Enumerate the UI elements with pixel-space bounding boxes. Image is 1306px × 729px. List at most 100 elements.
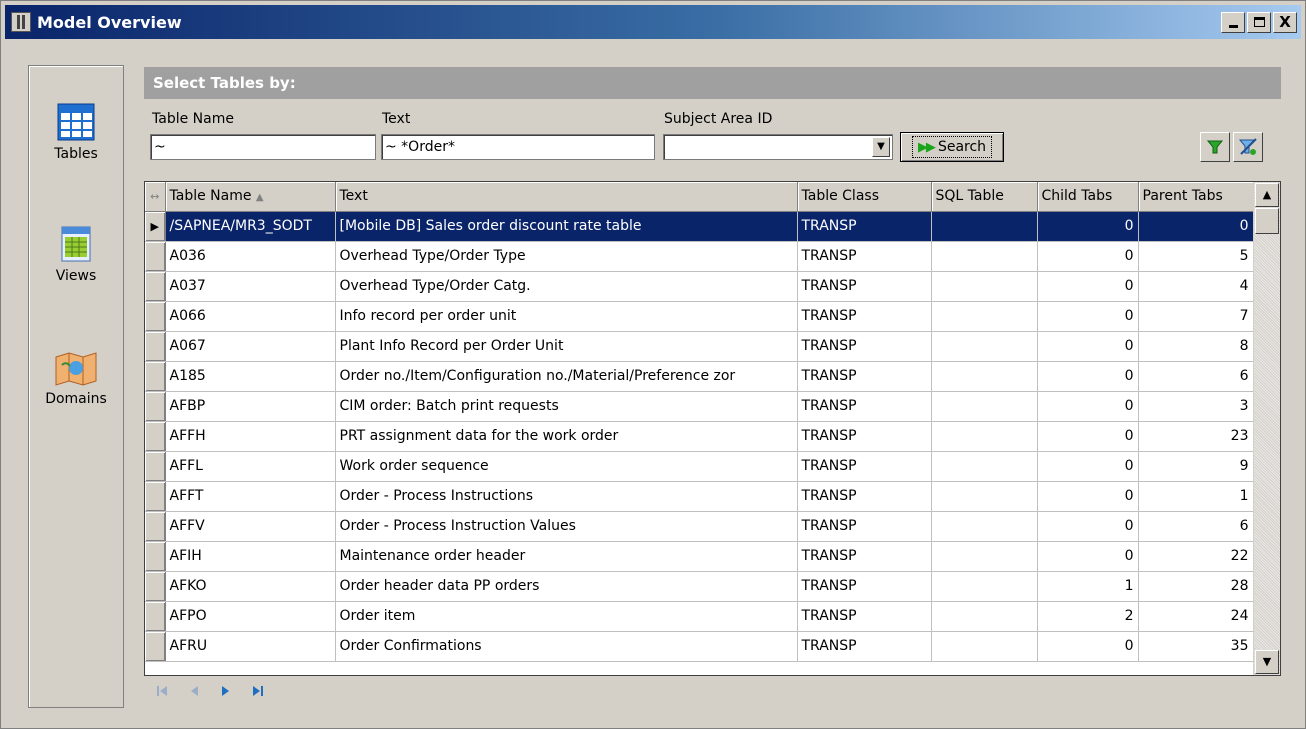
cell-table-class[interactable]: TRANSP — [797, 571, 932, 602]
cell-child-tabs[interactable]: 0 — [1037, 331, 1139, 362]
next-page-button[interactable] — [217, 683, 235, 699]
cell-text[interactable]: Work order sequence — [335, 451, 798, 482]
cell-sql-table[interactable] — [931, 631, 1038, 662]
column-header-table-class[interactable]: Table Class — [797, 182, 932, 212]
nav-item-views[interactable]: Views — [29, 224, 123, 284]
cell-child-tabs[interactable]: 0 — [1037, 541, 1139, 572]
minimize-button[interactable] — [1221, 12, 1245, 33]
cell-parent-tabs[interactable]: 6 — [1138, 361, 1254, 392]
cell-child-tabs[interactable]: 2 — [1037, 601, 1139, 632]
cell-child-tabs[interactable]: 0 — [1037, 391, 1139, 422]
cell-sql-table[interactable] — [931, 241, 1038, 272]
cell-table-name[interactable]: AFRU — [165, 631, 336, 662]
scroll-up-icon[interactable]: ▲ — [1255, 183, 1279, 207]
row-selector[interactable] — [145, 601, 166, 632]
cell-child-tabs[interactable]: 0 — [1037, 301, 1139, 332]
table-row[interactable]: AFFV Order - Process Instruction Values TR… — [145, 511, 1254, 542]
cell-text[interactable]: [Mobile DB] Sales order discount rate ta… — [335, 211, 798, 242]
cell-child-tabs[interactable]: 0 — [1037, 511, 1139, 542]
cell-parent-tabs[interactable]: 28 — [1138, 571, 1254, 602]
cell-table-class[interactable]: TRANSP — [797, 631, 932, 662]
cell-table-name[interactable]: AFIH — [165, 541, 336, 572]
cell-sql-table[interactable] — [931, 271, 1038, 302]
table-row[interactable]: AFPO Order item TRANSP 2 24 — [145, 601, 1254, 632]
cell-sql-table[interactable] — [931, 211, 1038, 242]
table-row[interactable]: AFFH PRT assignment data for the work ord… — [145, 421, 1254, 452]
row-selector[interactable] — [145, 421, 166, 452]
cell-table-name[interactable]: AFKO — [165, 571, 336, 602]
cell-table-class[interactable]: TRANSP — [797, 301, 932, 332]
cell-sql-table[interactable] — [931, 331, 1038, 362]
cell-table-name[interactable]: AFFT — [165, 481, 336, 512]
cell-parent-tabs[interactable]: 4 — [1138, 271, 1254, 302]
cell-table-name[interactable]: A066 — [165, 301, 336, 332]
cell-table-class[interactable]: TRANSP — [797, 481, 932, 512]
cell-child-tabs[interactable]: 0 — [1037, 631, 1139, 662]
last-page-button[interactable] — [249, 683, 267, 699]
cell-parent-tabs[interactable]: 35 — [1138, 631, 1254, 662]
text-input[interactable]: ~ *Order* — [381, 134, 655, 160]
nav-item-tables[interactable]: Tables — [29, 102, 123, 162]
clear-filter-button[interactable] — [1233, 132, 1263, 162]
row-selector[interactable]: ▶ — [145, 211, 166, 242]
cell-table-class[interactable]: TRANSP — [797, 391, 932, 422]
subject-area-select[interactable]: ▼ — [663, 134, 893, 160]
table-name-input[interactable]: ~ — [150, 134, 376, 160]
column-header-child-tabs[interactable]: Child Tabs — [1037, 182, 1139, 212]
row-selector[interactable] — [145, 631, 166, 662]
cell-parent-tabs[interactable]: 6 — [1138, 511, 1254, 542]
row-selector[interactable] — [145, 541, 166, 572]
cell-text[interactable]: Info record per order unit — [335, 301, 798, 332]
table-row[interactable]: A037 Overhead Type/Order Catg. TRANSP 0 4 — [145, 271, 1254, 302]
table-row[interactable]: AFKO Order header data PP orders TRANSP 1 28 — [145, 571, 1254, 602]
cell-table-name[interactable]: A037 — [165, 271, 336, 302]
cell-sql-table[interactable] — [931, 511, 1038, 542]
cell-table-name[interactable]: AFFV — [165, 511, 336, 542]
cell-text[interactable]: Plant Info Record per Order Unit — [335, 331, 798, 362]
cell-table-class[interactable]: TRANSP — [797, 421, 932, 452]
cell-table-name[interactable]: /SAPNEA/MR3_SODT — [165, 211, 336, 242]
cell-sql-table[interactable] — [931, 481, 1038, 512]
row-selector[interactable] — [145, 481, 166, 512]
cell-text[interactable]: PRT assignment data for the work order — [335, 421, 798, 452]
cell-text[interactable]: Maintenance order header — [335, 541, 798, 572]
table-row[interactable]: AFFT Order - Process Instructions TRANSP 0 1 — [145, 481, 1254, 512]
row-selector[interactable] — [145, 451, 166, 482]
maximize-button[interactable] — [1247, 12, 1271, 33]
cell-sql-table[interactable] — [931, 421, 1038, 452]
cell-parent-tabs[interactable]: 23 — [1138, 421, 1254, 452]
scroll-thumb[interactable] — [1255, 208, 1279, 234]
cell-table-name[interactable]: A036 — [165, 241, 336, 272]
cell-sql-table[interactable] — [931, 451, 1038, 482]
title-bar[interactable]: Model Overview X — [5, 5, 1301, 39]
cell-table-name[interactable]: AFBP — [165, 391, 336, 422]
table-row[interactable]: AFRU Order Confirmations TRANSP 0 35 — [145, 631, 1254, 662]
cell-table-class[interactable]: TRANSP — [797, 241, 932, 272]
cell-parent-tabs[interactable]: 3 — [1138, 391, 1254, 422]
prev-page-button[interactable] — [185, 683, 203, 699]
cell-text[interactable]: Overhead Type/Order Type — [335, 241, 798, 272]
cell-child-tabs[interactable]: 0 — [1037, 481, 1139, 512]
close-button[interactable]: X — [1273, 12, 1297, 33]
cell-child-tabs[interactable]: 0 — [1037, 271, 1139, 302]
cell-text[interactable]: Order header data PP orders — [335, 571, 798, 602]
row-selector[interactable] — [145, 301, 166, 332]
table-row[interactable]: A066 Info record per order unit TRANSP 0 7 — [145, 301, 1254, 332]
cell-parent-tabs[interactable]: 5 — [1138, 241, 1254, 272]
cell-parent-tabs[interactable]: 0 — [1138, 211, 1254, 242]
cell-sql-table[interactable] — [931, 601, 1038, 632]
row-selector[interactable] — [145, 331, 166, 362]
cell-child-tabs[interactable]: 0 — [1037, 241, 1139, 272]
cell-table-class[interactable]: TRANSP — [797, 541, 932, 572]
cell-child-tabs[interactable]: 0 — [1037, 451, 1139, 482]
chevron-down-icon[interactable]: ▼ — [872, 137, 890, 157]
cell-sql-table[interactable] — [931, 391, 1038, 422]
column-header-text[interactable]: Text — [335, 182, 798, 212]
table-row[interactable]: AFFL Work order sequence TRANSP 0 9 — [145, 451, 1254, 482]
table-row[interactable]: A185 Order no./Item/Configuration no./Mat… — [145, 361, 1254, 392]
cell-parent-tabs[interactable]: 9 — [1138, 451, 1254, 482]
cell-sql-table[interactable] — [931, 301, 1038, 332]
cell-parent-tabs[interactable]: 24 — [1138, 601, 1254, 632]
filter-button[interactable] — [1200, 132, 1230, 162]
cell-table-name[interactable]: A067 — [165, 331, 336, 362]
